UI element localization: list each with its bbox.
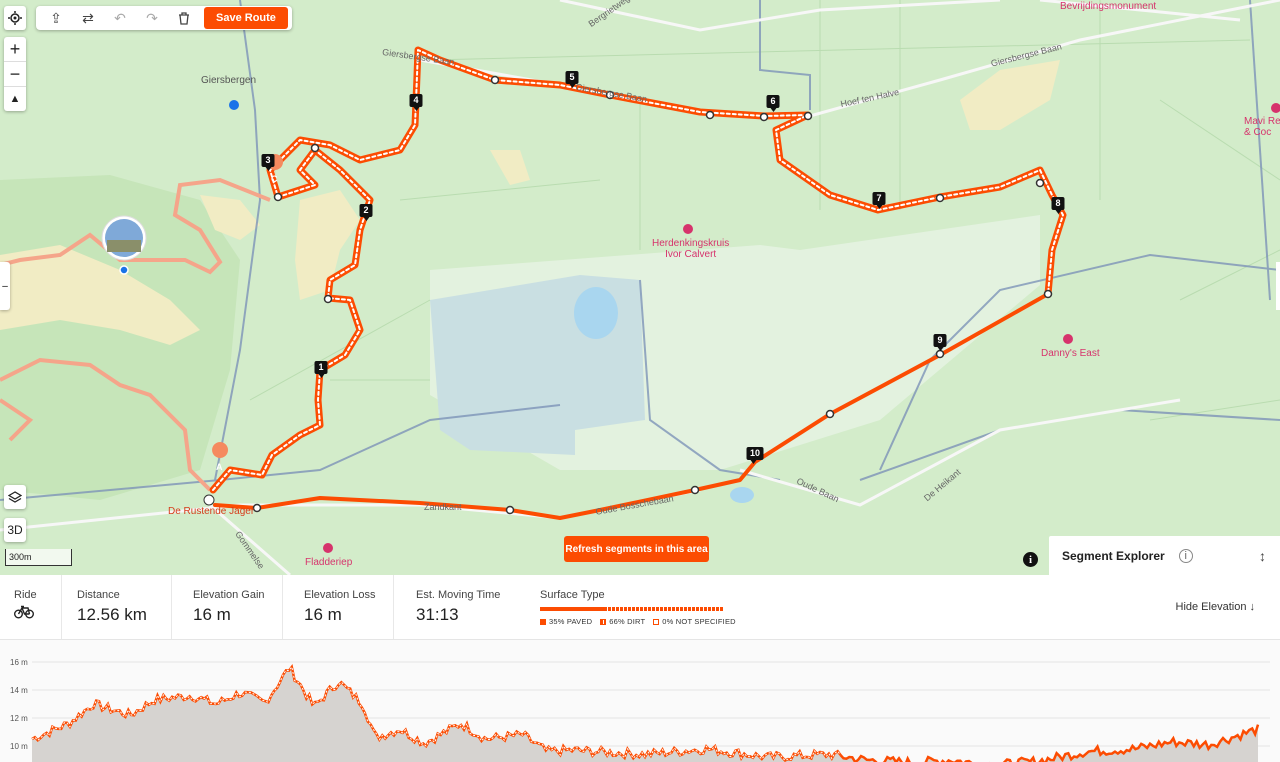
- waypoint-4[interactable]: 4: [409, 94, 423, 111]
- elevation-gain-value: 16 m: [193, 605, 231, 624]
- map-basemap: [0, 0, 1280, 575]
- compass-button[interactable]: ▲: [4, 87, 26, 111]
- poi-dannys-east[interactable]: Danny's East: [1041, 348, 1100, 359]
- elevation-profile[interactable]: 16 m 14 m 12 m 10 m: [0, 640, 1280, 762]
- place-rustende-jager[interactable]: De Rustende Jager: [168, 506, 254, 517]
- stat-ride: Ride: [0, 575, 62, 639]
- poi-herdenkingskruis-line1: Herdenkingskruis: [652, 238, 730, 249]
- poi-mavi-line1: Mavi Re: [1244, 116, 1280, 127]
- trash-icon: [179, 11, 189, 25]
- distance-label: Distance: [77, 589, 120, 601]
- elevation-gain-label: Elevation Gain: [193, 589, 265, 601]
- poi-mavi-line2: & Coc: [1244, 127, 1272, 138]
- surface-type-label: Surface Type: [540, 589, 605, 601]
- poi-fladderiep[interactable]: Fladderiep: [305, 557, 352, 568]
- map-scale: 300m: [5, 549, 72, 566]
- stat-elevation-loss: Elevation Loss 16 m: [290, 575, 394, 639]
- segment-explorer-title: Segment Explorer: [1062, 548, 1165, 563]
- locate-icon: [8, 11, 22, 25]
- left-panel-toggle[interactable]: –: [0, 262, 10, 310]
- layers-button[interactable]: [4, 485, 26, 509]
- redo-button[interactable]: ↷: [138, 7, 166, 29]
- poi-herdenkingskruis[interactable]: Herdenkingskruis Ivor Calvert: [652, 238, 729, 260]
- waypoint-8[interactable]: 8: [1051, 197, 1065, 214]
- waypoint-c[interactable]: C: [271, 174, 278, 184]
- poi-mavi[interactable]: Mavi Re & Coc: [1244, 116, 1280, 138]
- legend-dirt: 66% DIRT: [600, 617, 645, 626]
- undo-button[interactable]: ↶: [106, 7, 134, 29]
- zoom-in-button[interactable]: +: [4, 37, 26, 62]
- route-stats-bar: Ride Distance 12.56 km Elevation Gain 16…: [0, 575, 1280, 640]
- hide-elevation-button[interactable]: Hide Elevation ↓: [1176, 601, 1256, 613]
- elevation-chart: [31, 661, 1270, 762]
- elevation-loss-value: 16 m: [304, 605, 342, 624]
- locate-button[interactable]: [4, 6, 26, 30]
- zoom-out-button[interactable]: −: [4, 62, 26, 87]
- moving-time-value: 31:13: [416, 605, 459, 624]
- map-canvas[interactable]: Giersbergen De Rustende Jager Fladderiep…: [0, 0, 1280, 575]
- segment-info-icon[interactable]: i: [1178, 548, 1193, 563]
- zoom-controls: + − ▲: [4, 37, 26, 111]
- distance-value: 12.56 km: [77, 605, 147, 624]
- waypoint-7[interactable]: 7: [872, 192, 886, 209]
- layers-icon: [8, 491, 22, 503]
- redo-icon: ↷: [146, 9, 158, 26]
- waypoint-start-a[interactable]: A: [216, 462, 223, 472]
- waypoint-9[interactable]: 9: [933, 334, 947, 351]
- refresh-segments-button[interactable]: Refresh segments in this area: [564, 536, 709, 562]
- save-route-button[interactable]: Save Route: [204, 7, 288, 29]
- expand-icon[interactable]: ↕: [1259, 548, 1266, 564]
- poi-herdenkingskruis-line2: Ivor Calvert: [665, 249, 717, 260]
- upload-button[interactable]: ⇪: [42, 7, 70, 29]
- stat-elevation-gain: Elevation Gain 16 m: [179, 575, 283, 639]
- legend-dirt-text: 66% DIRT: [609, 617, 646, 626]
- waypoint-6[interactable]: 6: [766, 95, 780, 112]
- elevation-loss-label: Elevation Loss: [304, 589, 376, 601]
- waypoint-3[interactable]: 3: [261, 154, 275, 171]
- moving-time-label: Est. Moving Time: [416, 589, 501, 601]
- waypoint-5[interactable]: 5: [565, 71, 579, 88]
- legend-not-specified-text: 0% NOT SPECIFIED: [662, 617, 736, 626]
- place-giersbergen: Giersbergen: [201, 75, 257, 86]
- 3d-toggle-button[interactable]: 3D: [4, 518, 26, 542]
- map-info-button[interactable]: i: [1023, 552, 1038, 567]
- route-toolbar: ⇪ ⇄ ↶ ↷ Save Route: [36, 6, 292, 30]
- waypoint-1[interactable]: 1: [314, 361, 328, 378]
- legend-paved: 35% PAVED: [540, 617, 592, 626]
- undo-icon: ↶: [114, 9, 126, 26]
- bike-icon: [14, 605, 34, 619]
- poi-bevrijdingsmonument[interactable]: Bevrijdingsmonument: [1060, 1, 1156, 12]
- segment-explorer-panel[interactable]: Segment Explorer i ↕: [1049, 536, 1280, 575]
- delete-button[interactable]: [170, 7, 198, 29]
- waypoint-10[interactable]: 10: [746, 447, 764, 464]
- right-panel-toggle[interactable]: [1276, 262, 1280, 310]
- reverse-button[interactable]: ⇄: [74, 7, 102, 29]
- legend-not-specified: 0% NOT SPECIFIED: [653, 617, 736, 626]
- ride-label: Ride: [14, 589, 37, 601]
- reverse-icon: ⇄: [82, 9, 94, 26]
- surface-type-bar: [540, 607, 724, 611]
- road-zandkant: Zandkant: [424, 502, 462, 512]
- upload-icon: ⇪: [50, 9, 62, 26]
- app-root: Giersbergen De Rustende Jager Fladderiep…: [0, 0, 1280, 762]
- collapse-icon: –: [2, 280, 8, 292]
- surface-legend: 35% PAVED 66% DIRT 0% NOT SPECIFIED: [540, 617, 736, 626]
- waypoint-2[interactable]: 2: [359, 204, 373, 221]
- surface-paved-fill: [540, 607, 605, 611]
- stat-moving-time: Est. Moving Time 31:13: [402, 575, 514, 639]
- legend-paved-text: 35% PAVED: [549, 617, 593, 626]
- stat-distance: Distance 12.56 km: [63, 575, 172, 639]
